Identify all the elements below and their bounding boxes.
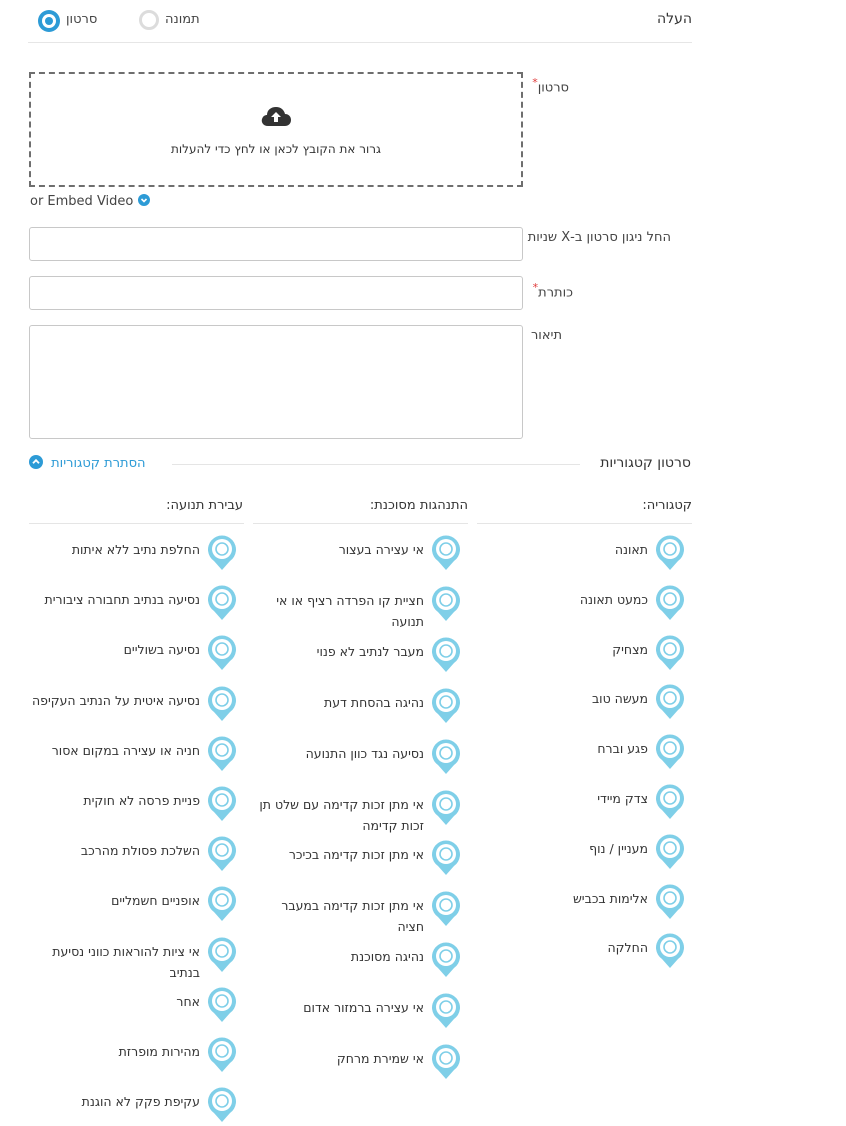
category-item-label: אי מתן זכות קדימה עם שלט תן זכות קדימה bbox=[259, 796, 424, 833]
start-time-input[interactable] bbox=[29, 227, 523, 261]
category-item-label: נסיעה נגד כוון התנועה bbox=[305, 745, 424, 761]
title-label: כותרת* bbox=[533, 281, 573, 300]
category-item-label: כמעט תאונה bbox=[579, 591, 648, 607]
category-item-label: מהירות מופרזת bbox=[118, 1044, 200, 1059]
video-label-text: סרטון bbox=[537, 80, 569, 96]
category-item-label: מעבר לנתיב לא פנוי bbox=[316, 643, 424, 659]
distracted-driving-icon bbox=[432, 688, 460, 723]
unfair-overtake-icon bbox=[208, 1087, 236, 1123]
radio-image[interactable] bbox=[139, 10, 159, 30]
no-parking-icon bbox=[208, 736, 236, 771]
littering-icon bbox=[208, 836, 236, 872]
embed-video-text: or Embed Video bbox=[30, 194, 134, 209]
category-item-label: אלימות בכביש bbox=[572, 890, 648, 906]
hit-and-run-icon bbox=[656, 734, 684, 770]
category-item-label: מעניין / נוף bbox=[589, 840, 648, 856]
upload-type-bar: העלה סרטון תמונה bbox=[28, 0, 692, 43]
category-item-label: נהיגה מסוכנת bbox=[350, 949, 424, 965]
category-item-label: אי מתן זכות קדימה בכיכר bbox=[288, 847, 424, 863]
good-deed-icon bbox=[656, 684, 684, 720]
traffic-light-icon bbox=[432, 993, 460, 1029]
stop-sign-icon bbox=[432, 535, 460, 570]
funny-icon bbox=[656, 635, 684, 670]
roundabout-icon bbox=[432, 840, 460, 876]
column-divider bbox=[477, 523, 692, 524]
hide-categories-link[interactable]: הסתרת קטגוריות bbox=[29, 455, 146, 471]
yield-sign-icon bbox=[432, 790, 460, 825]
shoulder-driving-icon bbox=[208, 635, 236, 671]
category-item-label: אי עצירה ברמזור אדום bbox=[303, 1000, 424, 1016]
slow-overtake-lane-icon bbox=[208, 686, 236, 721]
column-header-category: קטגוריה: bbox=[642, 498, 692, 513]
no-signal-lane-change-icon bbox=[208, 535, 236, 570]
radio-image-label[interactable]: תמונה bbox=[165, 12, 200, 27]
dropzone[interactable]: גרור את הקובץ לכאן או לחץ כדי להעלות bbox=[29, 72, 523, 187]
category-item-label: צדק מיידי bbox=[597, 791, 648, 806]
solid-line-icon bbox=[432, 586, 460, 621]
other-icon bbox=[208, 987, 236, 1022]
column-divider bbox=[29, 523, 244, 524]
category-item-label: השלכת פסולת מהרכב bbox=[80, 843, 200, 859]
speeding-icon bbox=[208, 1037, 236, 1072]
category-item-label: החלקה bbox=[607, 940, 648, 956]
category-item-label: נסיעה בשוליים bbox=[123, 642, 200, 658]
category-item-label: אי עצירה בעצור bbox=[338, 542, 424, 557]
scenery-icon bbox=[656, 834, 684, 869]
lane-change-icon bbox=[432, 637, 460, 672]
category-item-label: פגע וברח bbox=[597, 741, 648, 757]
chevron-down-icon bbox=[137, 194, 150, 206]
tailgating-icon bbox=[432, 1044, 460, 1079]
crash-icon bbox=[656, 535, 684, 570]
wrong-way-icon bbox=[432, 739, 460, 774]
category-item-label: אי מתן זכות קדימה במעבר חציה bbox=[281, 898, 424, 935]
description-textarea[interactable] bbox=[29, 325, 523, 439]
embed-video-link[interactable]: or Embed Video bbox=[30, 194, 150, 209]
category-item-label: תאונה bbox=[614, 542, 648, 557]
category-item-label: אופניים חשמליים bbox=[111, 893, 200, 909]
cloud-upload-icon bbox=[261, 107, 291, 126]
category-item-label: חציית קו הפרדה רציף או אי תנועה bbox=[276, 592, 424, 629]
e-bike-icon bbox=[208, 886, 236, 922]
chevron-up-icon bbox=[29, 455, 43, 469]
u-turn-icon bbox=[208, 786, 236, 821]
column-header-violation: עבירת תנועה: bbox=[166, 498, 243, 513]
column-divider bbox=[253, 523, 468, 524]
category-item-label: מעשה טוב bbox=[591, 691, 648, 707]
dropzone-text: גרור את הקובץ לכאן או לחץ כדי להעלות bbox=[170, 142, 382, 156]
start-time-label: החל ניגון סרטון ב-X שניות bbox=[527, 230, 671, 245]
bus-lane-icon bbox=[208, 585, 236, 621]
dangerous-driving-icon bbox=[432, 942, 460, 978]
column-header-dangerous: התנהגות מסוכנת: bbox=[369, 498, 468, 513]
categories-divider bbox=[172, 464, 580, 465]
category-item-label: נסיעה בנתיב תחבורה ציבורית bbox=[44, 592, 200, 608]
crosswalk-icon bbox=[432, 891, 460, 927]
category-item-label: אי שמירת מרחק bbox=[336, 1051, 424, 1066]
categories-title: סרטון קטגוריות bbox=[600, 455, 691, 471]
instant-justice-icon bbox=[656, 784, 684, 819]
hide-categories-text: הסתרת קטגוריות bbox=[51, 456, 146, 471]
title-input[interactable] bbox=[29, 276, 523, 310]
description-label: תיאור bbox=[530, 328, 562, 343]
upload-section-label: העלה bbox=[656, 11, 692, 27]
category-item-label: מצחיק bbox=[612, 641, 648, 657]
skid-icon bbox=[656, 933, 684, 969]
category-item-label: חניה או עצירה במקום אסור bbox=[51, 742, 200, 758]
radio-video-label[interactable]: סרטון bbox=[66, 12, 97, 27]
category-item-label: אחר bbox=[176, 993, 200, 1009]
radio-video[interactable] bbox=[38, 10, 60, 32]
category-item-label: עקיפת פקק לא הוגנת bbox=[81, 1094, 200, 1110]
no-entry-icon bbox=[208, 937, 236, 972]
category-item-label: נסיעה איטית על הנתיב העקיפה bbox=[31, 692, 200, 708]
road-rage-icon bbox=[656, 884, 684, 919]
category-item-label: אי ציות להוראות כווני נסיעת בנתיב bbox=[52, 943, 200, 980]
near-miss-icon bbox=[656, 585, 684, 620]
title-label-text: כותרת bbox=[538, 285, 573, 301]
category-item-label: פניית פרסה לא חוקית bbox=[83, 793, 200, 808]
category-item-label: נהיגה בהסחת דעת bbox=[324, 694, 424, 710]
category-item-label: החלפת נתיב ללא איתות bbox=[71, 542, 200, 557]
video-label: סרטון* bbox=[532, 76, 569, 95]
